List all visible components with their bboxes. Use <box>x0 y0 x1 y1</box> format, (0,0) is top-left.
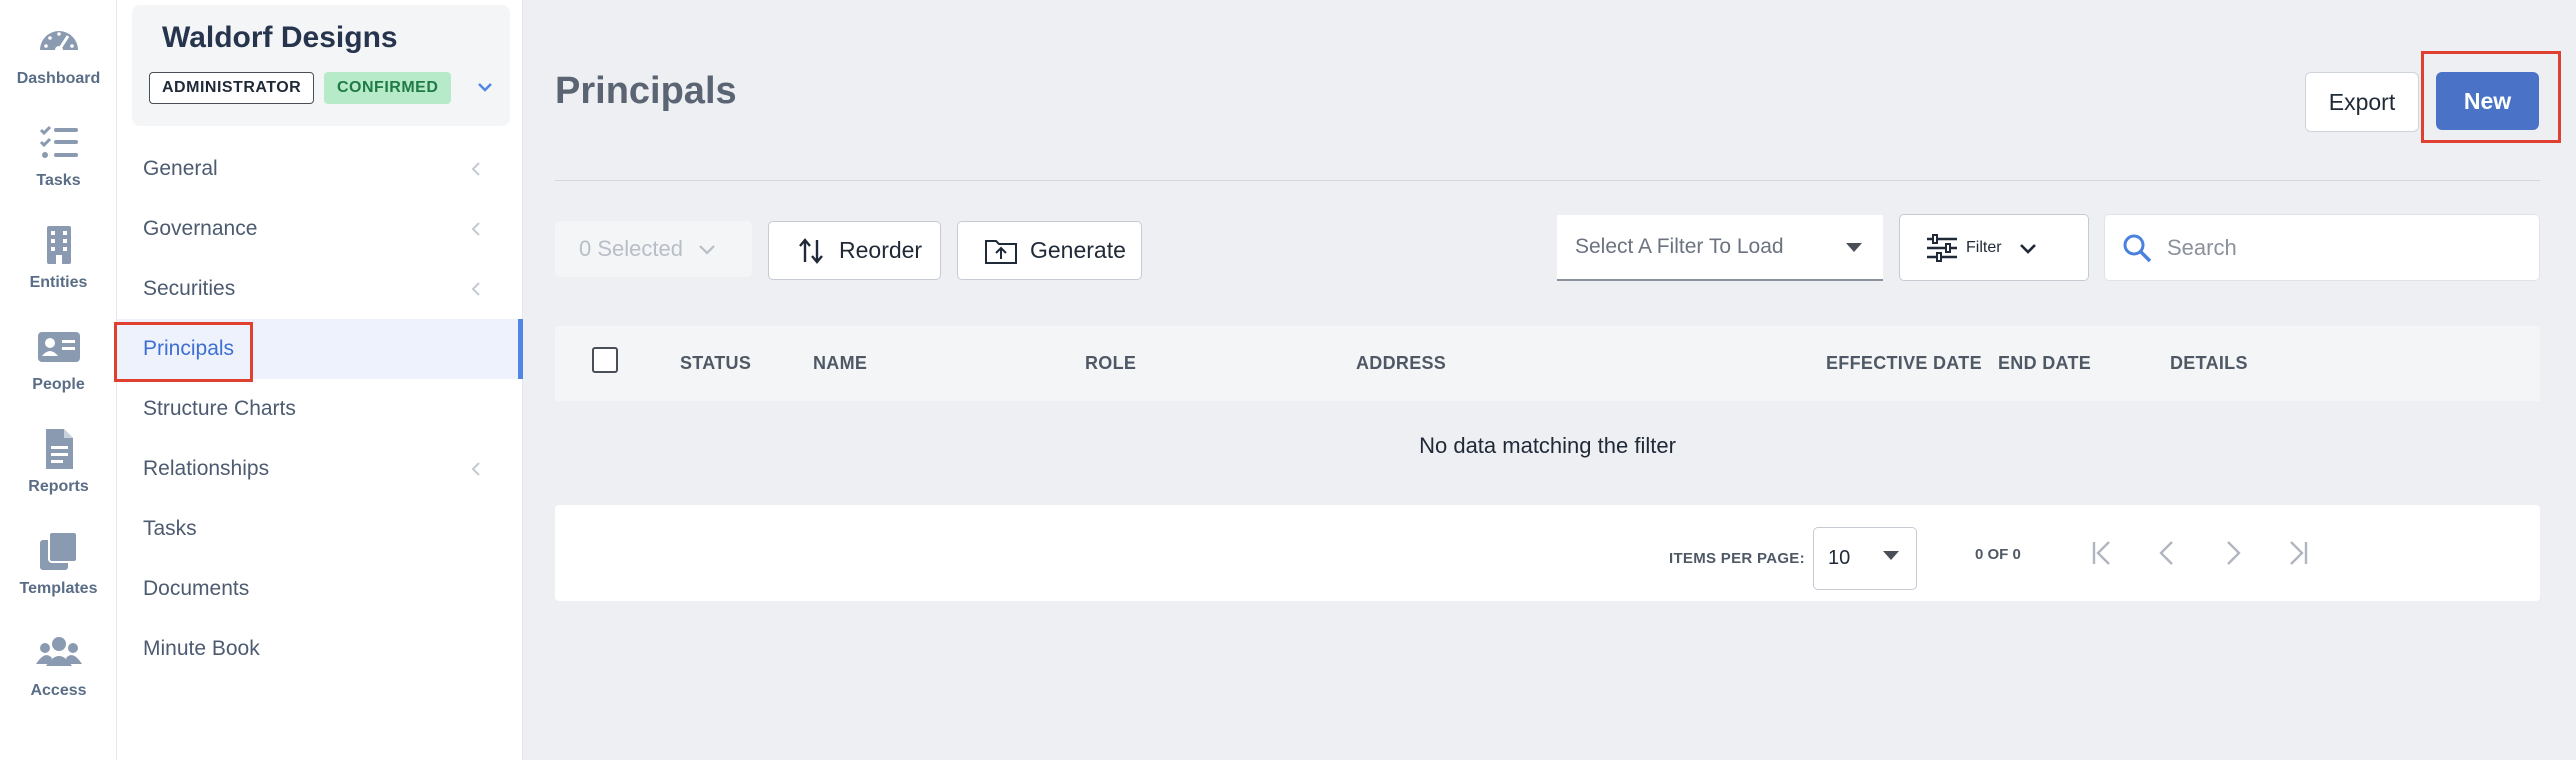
nav-item-tasks[interactable]: Tasks <box>117 499 523 559</box>
access-users-icon <box>35 637 82 666</box>
page-range: 0 OF 0 <box>1975 546 2021 563</box>
rail-item-dashboard[interactable]: Dashboard <box>0 0 117 90</box>
role-badge: ADMINISTRATOR <box>149 72 315 104</box>
items-per-page-label: ITEMS PER PAGE: <box>1669 550 1805 567</box>
nav-item-securities[interactable]: Securities <box>117 259 523 319</box>
rail-label: Templates <box>19 580 98 597</box>
folder-upload-icon <box>985 239 1017 264</box>
org-name: Waldorf Designs <box>162 21 398 54</box>
highlight-box <box>2421 51 2561 143</box>
filter-label: Filter <box>1966 238 2002 256</box>
reorder-button[interactable]: Reorder <box>768 221 941 280</box>
items-per-page-value: 10 <box>1828 547 1851 569</box>
rail-item-entities[interactable]: Entities <box>0 204 117 294</box>
rail-item-tasks[interactable]: Tasks <box>0 102 117 192</box>
chevron-left-icon <box>471 462 480 476</box>
chevron-left-icon <box>471 162 480 176</box>
nav-item-general[interactable]: General <box>117 139 523 199</box>
sliders-icon <box>1927 233 1957 262</box>
generate-label: Generate <box>1030 237 1126 263</box>
chevron-left-icon <box>471 282 480 296</box>
org-card: Waldorf Designs ADMINISTRATOR CONFIRMED <box>132 5 510 126</box>
items-per-page-select[interactable]: 10 <box>1813 527 1917 590</box>
rail-item-templates[interactable]: Templates <box>0 510 117 600</box>
chevron-left-icon <box>471 222 480 236</box>
empty-state-message: No data matching the filter <box>1419 433 1676 458</box>
nav-label: Securities <box>143 277 236 300</box>
chevron-down-icon <box>699 245 715 255</box>
nav-item-governance[interactable]: Governance <box>117 199 523 259</box>
nav-label: Relationships <box>143 457 270 480</box>
search-icon <box>2123 234 2152 262</box>
app-rail: Dashboard Tasks Entities People Reports … <box>0 0 117 760</box>
nav-label: Governance <box>143 217 258 240</box>
column-header-status[interactable]: STATUS <box>680 353 751 374</box>
first-page-icon[interactable] <box>2087 537 2119 569</box>
search-box <box>2104 214 2540 281</box>
rail-label: Access <box>30 682 87 699</box>
header-divider <box>555 180 2540 181</box>
select-all-checkbox[interactable] <box>592 347 618 373</box>
selected-count-label: 0 Selected <box>579 236 683 261</box>
templates-copy-icon <box>39 531 78 570</box>
chevron-down-icon <box>2019 243 2036 254</box>
nav-label: Tasks <box>143 517 197 540</box>
column-header-name[interactable]: NAME <box>813 353 867 374</box>
rail-item-access[interactable]: Access <box>0 612 117 702</box>
nav-item-minute-book[interactable]: Minute Book <box>117 619 523 679</box>
page-title: Principals <box>555 70 737 112</box>
table-header: STATUS NAME ROLE ADDRESS EFFECTIVE DATE … <box>555 326 2540 401</box>
previous-page-icon[interactable] <box>2152 537 2184 569</box>
rail-label: Reports <box>28 478 89 495</box>
chevron-down-icon[interactable] <box>474 78 496 96</box>
pagination-bar: ITEMS PER PAGE: 10 0 OF 0 <box>555 505 2540 601</box>
highlight-box <box>114 322 253 382</box>
reorder-arrows-icon <box>799 237 823 264</box>
nav-label: Documents <box>143 577 250 600</box>
nav-label: General <box>143 157 218 180</box>
nav-label: Minute Book <box>143 637 260 660</box>
column-header-effective-date[interactable]: EFFECTIVE DATE <box>1826 353 1982 374</box>
rail-label: Dashboard <box>16 70 101 87</box>
nav-item-structure-charts[interactable]: Structure Charts <box>117 379 523 439</box>
last-page-icon[interactable] <box>2281 537 2313 569</box>
nav-item-documents[interactable]: Documents <box>117 559 523 619</box>
search-input[interactable] <box>2167 234 2527 261</box>
bulk-selection-dropdown: 0 Selected <box>555 221 752 277</box>
filter-button[interactable]: Filter <box>1899 214 2089 281</box>
caret-down-icon <box>1846 243 1862 252</box>
entities-building-icon <box>46 226 71 264</box>
column-header-details[interactable]: DETAILS <box>2170 353 2248 374</box>
reorder-label: Reorder <box>839 237 923 263</box>
nav-label: Structure Charts <box>143 397 296 420</box>
column-header-role[interactable]: ROLE <box>1085 353 1136 374</box>
column-header-address[interactable]: ADDRESS <box>1356 353 1446 374</box>
next-page-icon[interactable] <box>2216 537 2248 569</box>
tasks-checklist-icon <box>39 125 78 158</box>
rail-item-people[interactable]: People <box>0 306 117 396</box>
caret-down-icon <box>1883 551 1899 560</box>
rail-label: People <box>32 376 85 393</box>
people-id-card-icon <box>37 332 80 362</box>
rail-item-reports[interactable]: Reports <box>0 408 117 498</box>
export-button[interactable]: Export <box>2305 72 2419 132</box>
generate-button[interactable]: Generate <box>957 221 1142 280</box>
reports-document-icon <box>45 429 73 469</box>
rail-label: Entities <box>29 274 88 291</box>
filter-select-placeholder: Select A Filter To Load <box>1575 235 1784 258</box>
status-badge: CONFIRMED <box>324 72 452 104</box>
dashboard-gauge-icon <box>39 31 78 54</box>
saved-filter-select[interactable]: Select A Filter To Load <box>1557 215 1883 281</box>
nav-item-relationships[interactable]: Relationships <box>117 439 523 499</box>
column-header-end-date[interactable]: END DATE <box>1998 353 2091 374</box>
rail-label: Tasks <box>36 172 81 189</box>
